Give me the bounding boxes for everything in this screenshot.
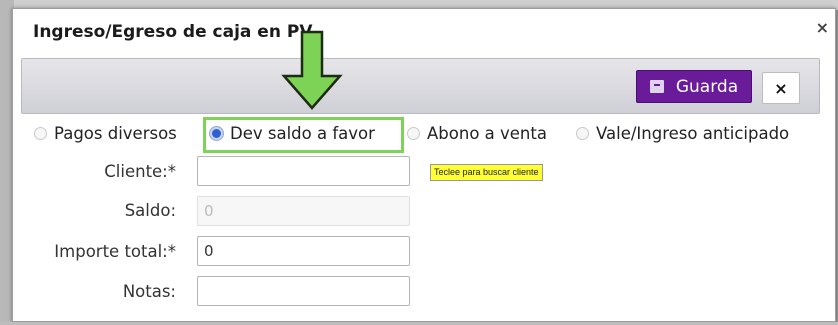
cliente-label: Cliente:* (104, 162, 176, 181)
save-button-label: Guarda (675, 76, 739, 97)
radio-label: Abono a venta (427, 124, 547, 143)
cliente-input[interactable] (197, 156, 410, 186)
radio-label: Vale/Ingreso anticipado (596, 124, 790, 143)
radio-abono-a-venta[interactable]: Abono a venta (407, 124, 547, 143)
saldo-label: Saldo: (124, 201, 176, 220)
importe-label: Importe total:* (54, 242, 176, 261)
radio-dot[interactable] (407, 127, 420, 140)
saldo-input: 0 (197, 196, 410, 226)
movement-type-radios: Pagos diversos Dev saldo a favor Abono a… (0, 124, 838, 148)
save-button[interactable]: Guarda (636, 70, 752, 103)
cancel-button[interactable]: × (762, 72, 800, 104)
radio-label: Pagos diversos (54, 124, 177, 143)
cliente-hint: Teclee para buscar cliente (430, 164, 543, 181)
importe-input[interactable]: 0 (197, 236, 410, 266)
radio-pagos-diversos[interactable]: Pagos diversos (34, 124, 177, 143)
archive-icon (649, 80, 664, 93)
radio-dot[interactable] (576, 127, 589, 140)
dialog-title: Ingreso/Egreso de caja en PV (33, 22, 313, 42)
highlight-box (203, 117, 404, 153)
radio-dot[interactable] (34, 127, 47, 140)
down-arrow-icon (281, 30, 343, 110)
notas-input[interactable] (197, 276, 410, 306)
notas-label: Notas: (122, 282, 176, 301)
radio-vale-ingreso-anticipado[interactable]: Vale/Ingreso anticipado (576, 124, 789, 143)
close-icon[interactable]: × (816, 18, 829, 37)
